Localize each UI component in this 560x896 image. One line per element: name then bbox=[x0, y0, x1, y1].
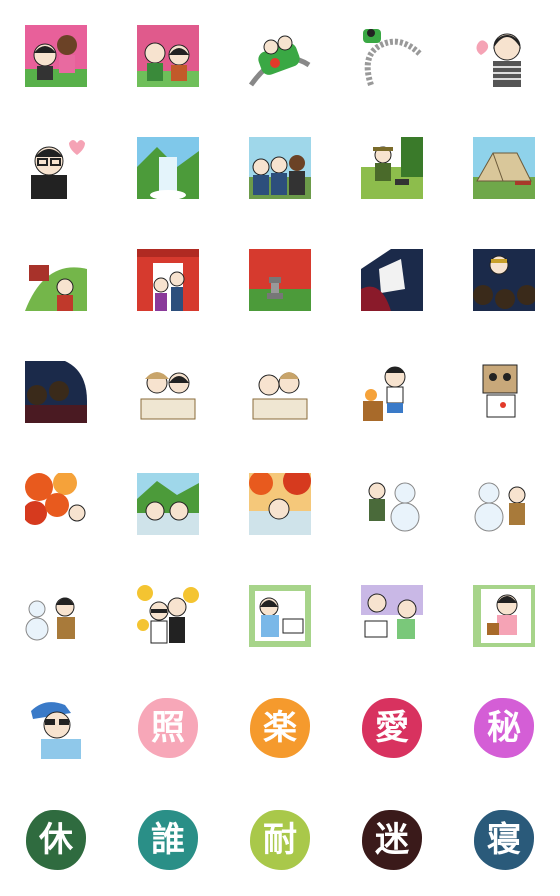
onsen-steam-icon bbox=[249, 361, 311, 423]
kanji-stamp-寝[interactable]: 寝 bbox=[474, 810, 534, 870]
autumn-onsen-icon bbox=[249, 473, 311, 535]
tent-icon bbox=[473, 137, 535, 199]
sticker-tent[interactable] bbox=[473, 137, 535, 199]
onsen-pair-icon bbox=[137, 361, 199, 423]
sunflower-couple-icon bbox=[137, 585, 199, 647]
sticker-torii-crowd[interactable] bbox=[137, 249, 199, 311]
snow-kid-icon bbox=[25, 585, 87, 647]
torii-crowd-icon bbox=[137, 249, 199, 311]
pillow-fight-icon bbox=[361, 585, 423, 647]
kanji-stamp-char: 寝 bbox=[487, 820, 521, 860]
sticker-couple-pink[interactable] bbox=[25, 25, 87, 87]
sticker-onsen-mountain[interactable] bbox=[137, 473, 199, 535]
onsen-mountain-icon bbox=[137, 473, 199, 535]
sticker-camping-bbq[interactable] bbox=[361, 137, 423, 199]
sticker-audience-dark[interactable] bbox=[25, 361, 87, 423]
camping-bbq-icon bbox=[361, 137, 423, 199]
sticker-snowman-pair[interactable] bbox=[473, 473, 535, 535]
kanji-stamp-char: 秘 bbox=[487, 708, 521, 748]
sticker-group-photo[interactable] bbox=[249, 137, 311, 199]
bbq-man-icon bbox=[361, 361, 423, 423]
couple-pink-icon bbox=[25, 25, 87, 87]
rollercoaster-icon bbox=[249, 25, 311, 87]
kanji-stamp-char: 照 bbox=[151, 708, 185, 748]
sticker-window-sleep[interactable] bbox=[249, 585, 311, 647]
box-head-robot-icon bbox=[473, 361, 535, 423]
concert-crowd-icon bbox=[473, 249, 535, 311]
waterfall-icon bbox=[137, 137, 199, 199]
sticker-sunflower-couple[interactable] bbox=[137, 585, 199, 647]
sticker-autumn-onsen[interactable] bbox=[249, 473, 311, 535]
sticker-pillow-fight[interactable] bbox=[361, 585, 423, 647]
sticker-man-glasses-heart[interactable] bbox=[25, 137, 87, 199]
concert-stage-icon bbox=[361, 249, 423, 311]
sticker-bbq-man[interactable] bbox=[361, 361, 423, 423]
snowman-icon bbox=[361, 473, 423, 535]
man-sunglasses-cap-icon bbox=[25, 697, 87, 759]
kanji-stamp-char: 休 bbox=[39, 820, 73, 860]
sticker-concert-stage[interactable] bbox=[361, 249, 423, 311]
kanji-stamp-楽[interactable]: 楽 bbox=[250, 698, 310, 758]
sticker-onsen-steam[interactable] bbox=[249, 361, 311, 423]
kanji-stamp-char: 楽 bbox=[263, 708, 297, 748]
audience-dark-icon bbox=[25, 361, 87, 423]
gift-girl-icon bbox=[473, 585, 535, 647]
sticker-man-sunglasses-cap[interactable] bbox=[25, 697, 87, 759]
kanji-stamp-誰[interactable]: 誰 bbox=[138, 810, 198, 870]
kanji-stamp-char: 誰 bbox=[151, 820, 185, 860]
kanji-stamp-耐[interactable]: 耐 bbox=[250, 810, 310, 870]
sticker-gift-girl[interactable] bbox=[473, 585, 535, 647]
kanji-stamp-迷[interactable]: 迷 bbox=[362, 810, 422, 870]
kanji-stamp-char: 耐 bbox=[263, 820, 297, 860]
group-photo-icon bbox=[249, 137, 311, 199]
autumn-leaves-icon bbox=[25, 473, 87, 535]
sticker-snow-kid[interactable] bbox=[25, 585, 87, 647]
kanji-stamp-愛[interactable]: 愛 bbox=[362, 698, 422, 758]
couple-cheer-icon bbox=[137, 25, 199, 87]
kanji-stamp-char: 愛 bbox=[375, 708, 409, 748]
sticker-concert-crowd[interactable] bbox=[473, 249, 535, 311]
sticker-rollercoaster-track[interactable] bbox=[361, 25, 423, 87]
sticker-snowman[interactable] bbox=[361, 473, 423, 535]
kanji-stamp-照[interactable]: 照 bbox=[138, 698, 198, 758]
sticker-grid bbox=[0, 0, 560, 896]
kanji-stamp-休[interactable]: 休 bbox=[26, 810, 86, 870]
sticker-waterfall[interactable] bbox=[137, 137, 199, 199]
window-sleep-icon bbox=[249, 585, 311, 647]
sticker-shrine-hill[interactable] bbox=[25, 249, 87, 311]
sticker-autumn-leaves[interactable] bbox=[25, 473, 87, 535]
kanji-stamp-char: 迷 bbox=[375, 820, 409, 860]
kanji-stamp-秘[interactable]: 秘 bbox=[474, 698, 534, 758]
rollercoaster-track-icon bbox=[361, 25, 423, 87]
sticker-box-head-robot[interactable] bbox=[473, 361, 535, 423]
sticker-torii-lantern[interactable] bbox=[249, 249, 311, 311]
sticker-couple-cheer[interactable] bbox=[137, 25, 199, 87]
sticker-rollercoaster[interactable] bbox=[249, 25, 311, 87]
sticker-onsen-pair[interactable] bbox=[137, 361, 199, 423]
girl-bob-hair-icon bbox=[473, 25, 535, 87]
sticker-girl-bob-hair[interactable] bbox=[473, 25, 535, 87]
torii-lantern-icon bbox=[249, 249, 311, 311]
snowman-pair-icon bbox=[473, 473, 535, 535]
man-glasses-heart-icon bbox=[25, 137, 87, 199]
shrine-hill-icon bbox=[25, 249, 87, 311]
